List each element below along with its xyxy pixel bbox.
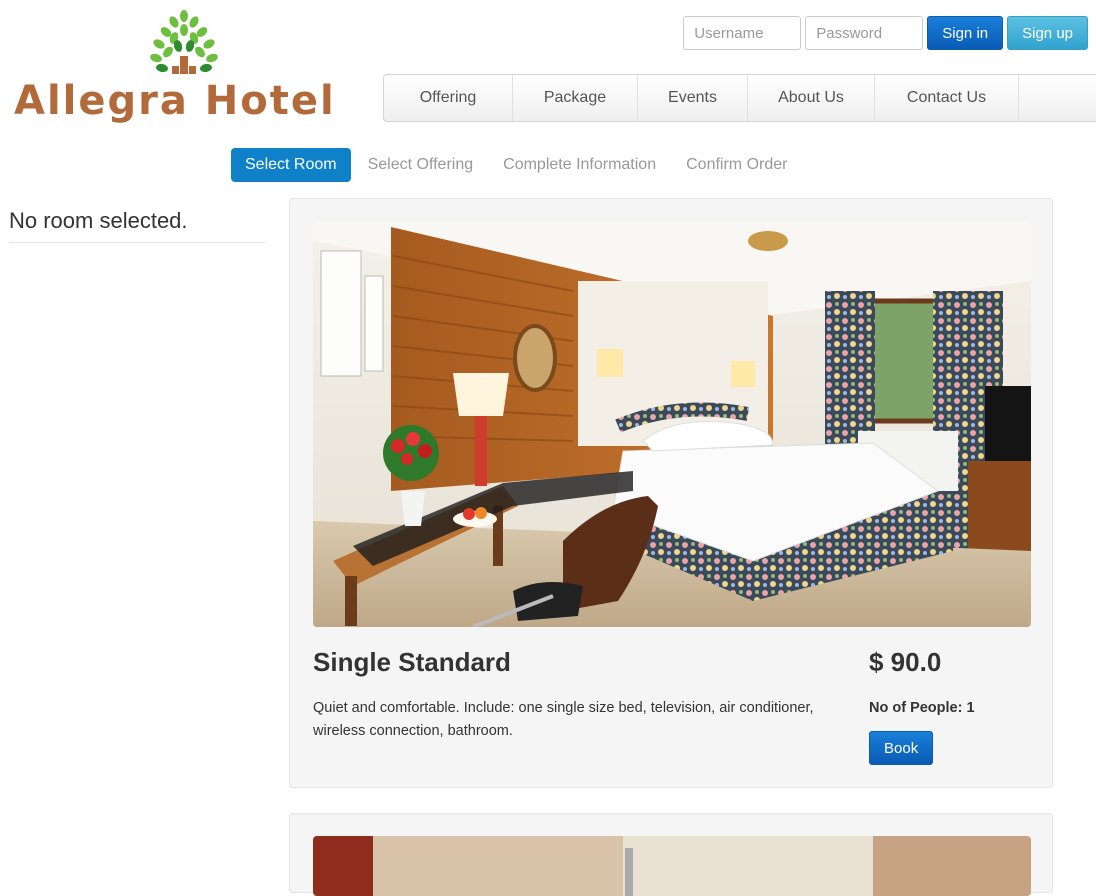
selection-status: No room selected. xyxy=(9,208,265,243)
username-input[interactable] xyxy=(683,16,802,50)
selection-sidebar: No room selected. xyxy=(9,208,265,243)
password-input[interactable] xyxy=(805,16,924,50)
nav-item-events[interactable]: Events xyxy=(638,75,748,121)
step-select-offering[interactable]: Select Offering xyxy=(353,148,489,182)
main-nav: Offering Package Events About Us Contact… xyxy=(383,74,1096,122)
sign-up-button[interactable]: Sign up xyxy=(1007,16,1088,50)
step-complete-information[interactable]: Complete Information xyxy=(488,148,671,182)
room-capacity: No of People: 1 xyxy=(869,700,975,716)
logo[interactable]: Allegra Hotel xyxy=(14,10,354,130)
tree-house-logo-icon xyxy=(150,10,218,74)
hotel-room-image xyxy=(313,836,1031,896)
room-title: Single Standard xyxy=(313,647,511,677)
room-card: Single Standard Quiet and comfortable. I… xyxy=(289,198,1053,788)
step-confirm-order[interactable]: Confirm Order xyxy=(671,148,802,182)
nav-item-package[interactable]: Package xyxy=(513,75,638,121)
sign-in-button[interactable]: Sign in xyxy=(927,16,1004,50)
room-photo xyxy=(313,836,1031,896)
auth-bar: Sign in Sign up xyxy=(683,16,1088,50)
brand-name: Allegra Hotel xyxy=(14,78,336,124)
room-card xyxy=(289,813,1053,896)
booking-steps: Select Room Select Offering Complete Inf… xyxy=(231,148,802,182)
room-photo xyxy=(313,221,1031,627)
room-price: $ 90.0 xyxy=(869,647,942,677)
book-button[interactable]: Book xyxy=(869,731,934,765)
room-description: Quiet and comfortable. Include: one sing… xyxy=(313,700,814,739)
hotel-room-image xyxy=(313,221,1031,627)
nav-item-about-us[interactable]: About Us xyxy=(748,75,875,121)
nav-item-contact-us[interactable]: Contact Us xyxy=(875,75,1019,121)
nav-item-offering[interactable]: Offering xyxy=(384,75,513,121)
step-select-room[interactable]: Select Room xyxy=(231,148,351,182)
